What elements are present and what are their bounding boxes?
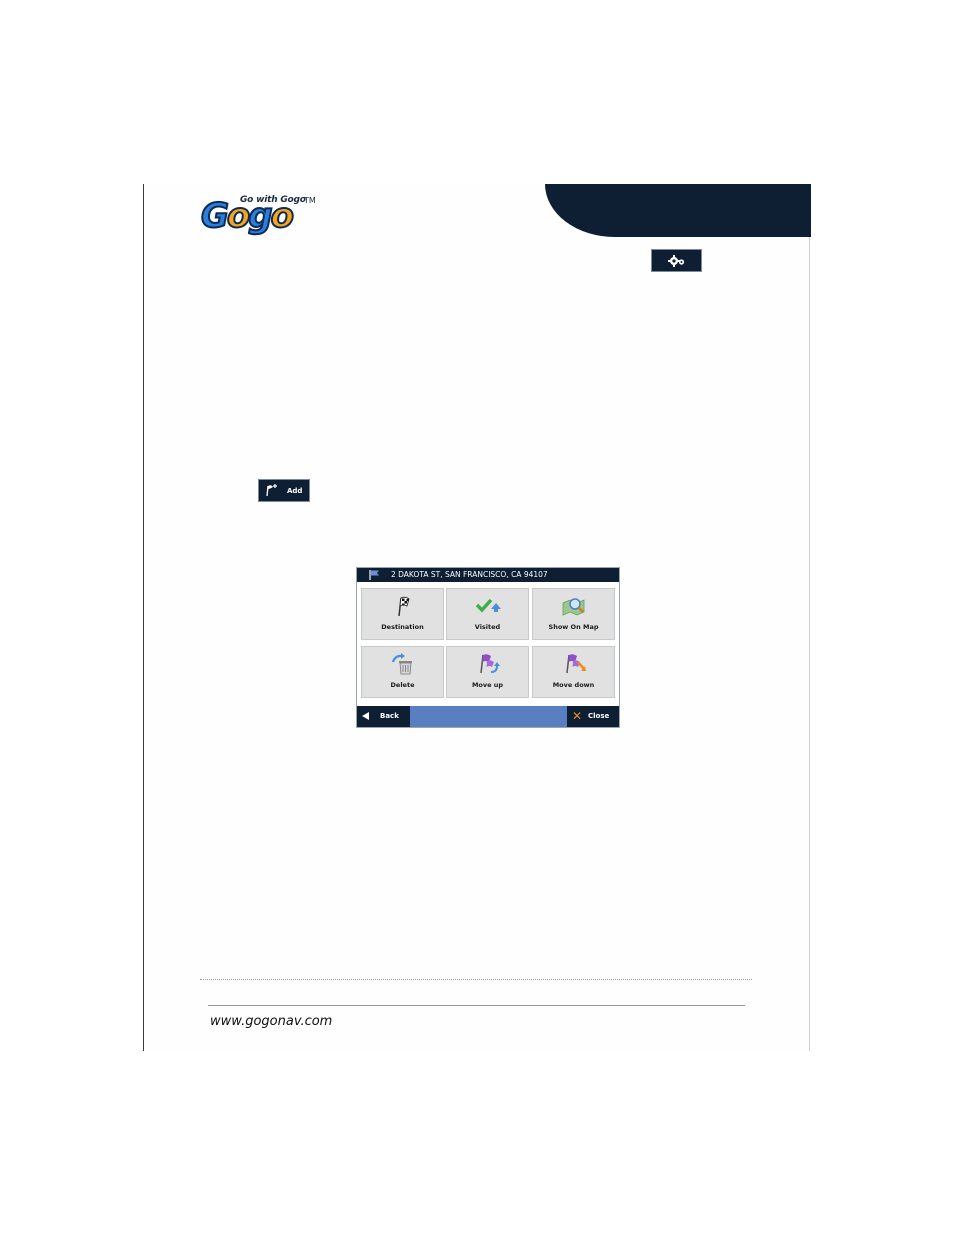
- move-up-icon: [479, 654, 500, 674]
- tile-label-move-down: Move down: [552, 681, 595, 689]
- back-button[interactable]: Back: [357, 706, 410, 727]
- trash-icon: [391, 653, 412, 675]
- flag-plus-icon: [266, 484, 277, 497]
- footer-divider: [208, 1005, 745, 1006]
- dotted-divider: [200, 979, 752, 980]
- checkered-flag-icon: [397, 596, 409, 617]
- logo-tagline: Go with Gogo: [240, 195, 306, 205]
- page-right-border: [809, 236, 810, 1051]
- settings-button[interactable]: [651, 249, 702, 272]
- visited-button[interactable]: Visited: [446, 588, 529, 640]
- move-down-button[interactable]: Move down: [532, 646, 615, 698]
- move-down-icon: [565, 654, 586, 674]
- gear-icon: [667, 254, 684, 267]
- tile-label-visited: Visited: [474, 623, 501, 631]
- add-button[interactable]: Add: [258, 479, 310, 502]
- address-options-dialog: 2 DAKOTA ST, SAN FRANCISCO, CA 94107 Des…: [356, 567, 620, 728]
- destination-button[interactable]: Destination: [361, 588, 444, 640]
- tile-label-show-on-map: Show On Map: [548, 623, 599, 631]
- check-visited-icon: [475, 598, 501, 613]
- map-magnifier-icon: [562, 598, 584, 616]
- footer-url[interactable]: www.gogonav.com: [210, 1014, 332, 1029]
- header-banner: [545, 184, 811, 237]
- back-label: Back: [380, 712, 399, 720]
- add-button-label: Add: [287, 486, 303, 495]
- tile-label-move-up: Move up: [471, 681, 504, 689]
- delete-button[interactable]: Delete: [361, 646, 444, 698]
- move-up-button[interactable]: Move up: [446, 646, 529, 698]
- close-button[interactable]: ✕ Close: [567, 706, 619, 727]
- close-label: Close: [588, 712, 610, 720]
- show-on-map-button[interactable]: Show On Map: [532, 588, 615, 640]
- back-arrow-icon: [362, 712, 369, 720]
- close-icon: ✕: [572, 709, 583, 723]
- tile-label-delete: Delete: [390, 681, 415, 689]
- dialog-title-bar: 2 DAKOTA ST, SAN FRANCISCO, CA 94107: [357, 568, 619, 582]
- flag-icon: [369, 570, 379, 580]
- page-left-border: [143, 184, 144, 1051]
- logo-trademark: TM: [304, 196, 316, 205]
- tile-label-destination: Destination: [381, 623, 424, 631]
- dialog-bottom-bar: Back ✕ Close: [357, 706, 619, 727]
- dialog-title: 2 DAKOTA ST, SAN FRANCISCO, CA 94107: [391, 570, 548, 579]
